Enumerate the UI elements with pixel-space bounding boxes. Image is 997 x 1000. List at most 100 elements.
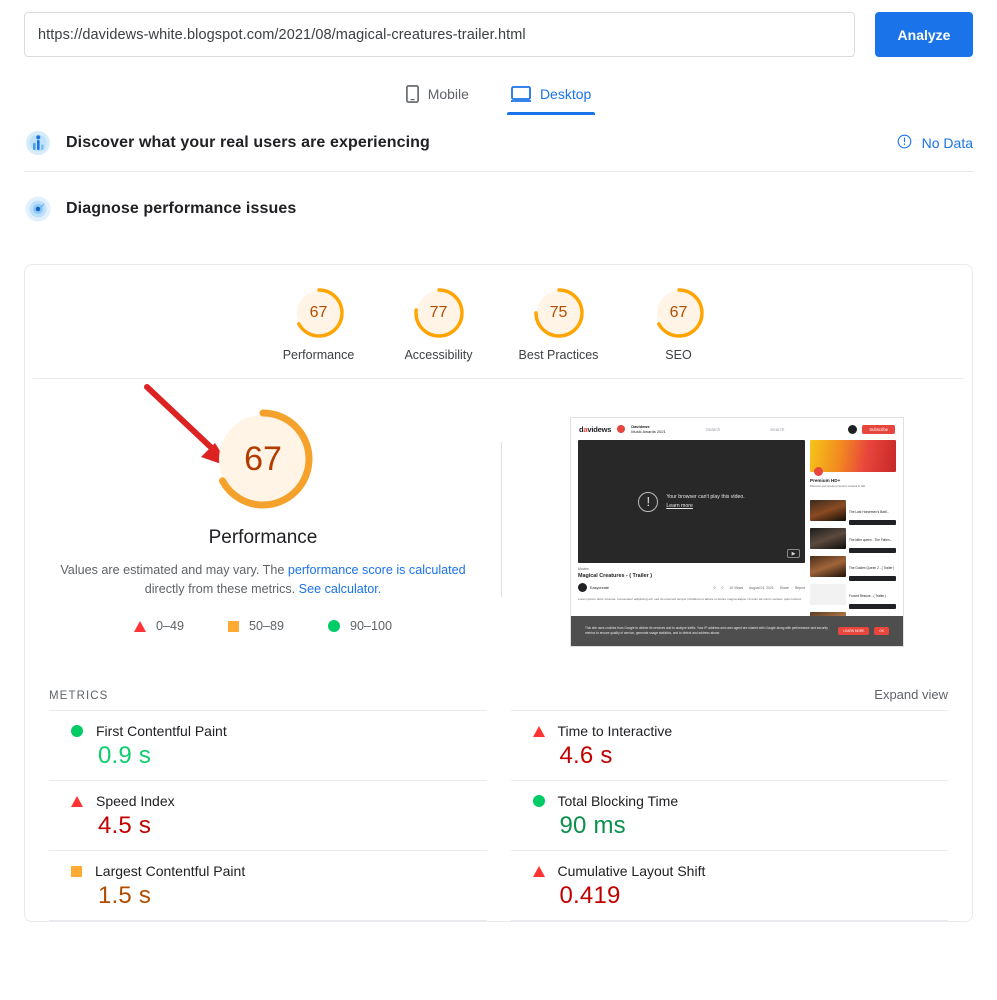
thumb-search-button: Search: [770, 426, 785, 432]
thumb-cookie-buttons: LEARN MORE OK: [838, 627, 889, 635]
gauge-best-practices-value: 75: [549, 304, 568, 321]
thumb-nav-badge-sub: Music Awards 2021: [631, 429, 666, 434]
lab-data-section-header: Diagnose performance issues: [0, 172, 997, 246]
metric-value: 90 ms: [559, 812, 626, 839]
thumb-promo-sub: Discover and stream premium content in H…: [810, 484, 866, 488]
metrics-label: METRICS: [49, 690, 109, 702]
metric-name: First Contentful Paint: [96, 723, 227, 739]
lab-data-title: Diagnose performance issues: [66, 200, 297, 217]
thumb-related-bar: [849, 576, 896, 581]
gauge-seo-value: 67: [669, 304, 688, 321]
tab-desktop-label: Desktop: [539, 86, 592, 102]
screenshot-panel: davidews Davidews Music Awards 2021 Sear…: [502, 407, 972, 647]
url-bar-row: https://davidews-white.blogspot.com/2021…: [0, 0, 997, 57]
thumb-player-message: Your browser can't play this video.: [666, 493, 745, 500]
gauge-best-practices-label: Best Practices: [518, 348, 599, 362]
metric-value: 0.419: [559, 882, 621, 909]
tab-mobile[interactable]: Mobile: [402, 79, 473, 115]
metrics-column-left: First Contentful Paint 0.9 s Speed Index…: [49, 710, 499, 921]
metric-value: 4.6 s: [559, 742, 613, 769]
metrics-bottom-divider: [510, 920, 948, 921]
circle-icon: [328, 620, 341, 632]
circle-icon: [71, 725, 83, 737]
thumb-ok-button: OK: [874, 627, 889, 635]
thumb-stat-report: Report: [794, 585, 805, 590]
category-score-performance[interactable]: 67 Performance: [259, 287, 379, 362]
url-input[interactable]: https://davidews-white.blogspot.com/2021…: [24, 12, 855, 57]
list-item: The killer queen - The Fallen...: [810, 528, 896, 553]
thumb-stat-likes: 0: [713, 585, 716, 590]
legend-average-range: 50–89: [248, 619, 285, 633]
lab-data-icon: [24, 195, 52, 223]
square-icon: [71, 865, 82, 877]
gauge-performance-value: 67: [309, 304, 328, 321]
thumb-related-text: The Golden Queen 2 - ( Trailer ): [849, 556, 896, 581]
metrics-grid: First Contentful Paint 0.9 s Speed Index…: [25, 710, 972, 921]
metric-speed-index[interactable]: Speed Index 4.5 s: [49, 780, 487, 850]
performance-score-link[interactable]: performance score is calculated: [288, 563, 466, 577]
gauge-best-practices: 75: [533, 287, 585, 339]
metric-value: 1.5 s: [98, 882, 152, 909]
score-legend: 0–49 50–89 90–100: [133, 619, 392, 633]
info-icon[interactable]: [897, 134, 912, 152]
metric-cumulative-layout-shift[interactable]: Cumulative Layout Shift 0.419: [510, 850, 949, 920]
analyze-button[interactable]: Analyze: [875, 12, 973, 57]
metric-header: Largest Contentful Paint: [49, 863, 487, 879]
thumb-player-text: Your browser can't play this video. Lear…: [666, 493, 744, 511]
thumb-subscribe-button: Subscribe: [862, 424, 895, 434]
thumb-related-image: [810, 500, 846, 521]
thumb-player-link: Learn more: [666, 502, 693, 509]
tab-desktop[interactable]: Desktop: [506, 79, 596, 115]
thumb-related-title: The Golden Queen 2 - ( Trailer ): [849, 566, 895, 570]
metric-header: First Contentful Paint: [49, 723, 487, 739]
thumb-related-title: The killer queen - The Fallen...: [849, 538, 893, 542]
thumb-video-title: Magical Creatures - ( Trailer ): [578, 573, 652, 579]
metric-first-contentful-paint[interactable]: First Contentful Paint 0.9 s: [49, 710, 487, 780]
results-card: 67 Performance 77 Accessibility 75 Best …: [24, 264, 973, 922]
metric-name: Time to Interactive: [557, 723, 673, 739]
metric-header: Total Blocking Time: [511, 793, 949, 809]
metric-total-blocking-time[interactable]: Total Blocking Time 90 ms: [510, 780, 949, 850]
see-calculator-link[interactable]: See calculator.: [299, 582, 382, 596]
metric-header: Cumulative Layout Shift: [511, 863, 949, 879]
thumb-nav-right: Subscribe: [848, 424, 895, 434]
triangle-icon: [532, 725, 545, 737]
play-icon: ▶: [787, 549, 800, 558]
thumb-cookie-text: This site uses cookies from Google to de…: [585, 625, 828, 635]
thumb-navbar: davidews Davidews Music Awards 2021 Sear…: [571, 418, 903, 440]
gauge-accessibility-label: Accessibility: [404, 348, 473, 362]
expand-view-button[interactable]: Expand view: [874, 687, 948, 702]
tab-mobile-label: Mobile: [427, 86, 469, 102]
legend-fail-range: 0–49: [155, 619, 184, 633]
thumb-related-image: [810, 584, 846, 605]
thumb-video-description: Lorem ipsum dolor sit amet, consectetur …: [578, 597, 802, 601]
metric-name: Cumulative Layout Shift: [557, 863, 706, 879]
legend-item-pass: 90–100: [328, 619, 392, 633]
device-tabs: Mobile Desktop: [0, 79, 997, 115]
square-icon: [227, 620, 239, 632]
metric-name: Speed Index: [96, 793, 175, 809]
performance-summary: 67 Performance Values are estimated and …: [25, 379, 972, 665]
performance-note: Values are estimated and may vary. The p…: [53, 561, 473, 599]
field-data-section-header: Discover what your real users are experi…: [0, 115, 997, 171]
category-score-accessibility[interactable]: 77 Accessibility: [379, 287, 499, 362]
thumb-nav-badge-icon: [617, 425, 626, 433]
gauge-performance-label: Performance: [282, 348, 355, 362]
thumb-channel-avatar: [578, 583, 587, 592]
thumb-related-title: The Last Horsemen's Battl...: [849, 510, 890, 514]
category-score-best-practices[interactable]: 75 Best Practices: [499, 287, 619, 362]
circle-icon: [532, 795, 545, 807]
exclamation-icon: !: [638, 491, 659, 512]
legend-pass-range: 90–100: [350, 619, 393, 633]
thumb-stat-dislikes: 0: [721, 585, 724, 590]
thumb-cookie-banner: This site uses cookies from Google to de…: [571, 616, 903, 646]
category-score-seo[interactable]: 67 SEO: [619, 287, 739, 362]
thumb-related-title: Forced Rescue - ( Trailer ): [849, 594, 887, 598]
metric-largest-contentful-paint[interactable]: Largest Contentful Paint 1.5 s: [49, 850, 487, 920]
metric-time-to-interactive[interactable]: Time to Interactive 4.6 s: [510, 710, 948, 780]
triangle-icon: [532, 865, 545, 877]
field-data-icon: [24, 129, 52, 157]
performance-note-part2: directly from these metrics.: [144, 582, 299, 596]
performance-gauge-block: 67 Performance Values are estimated and …: [25, 407, 501, 647]
thumb-related-bar: [849, 604, 896, 609]
